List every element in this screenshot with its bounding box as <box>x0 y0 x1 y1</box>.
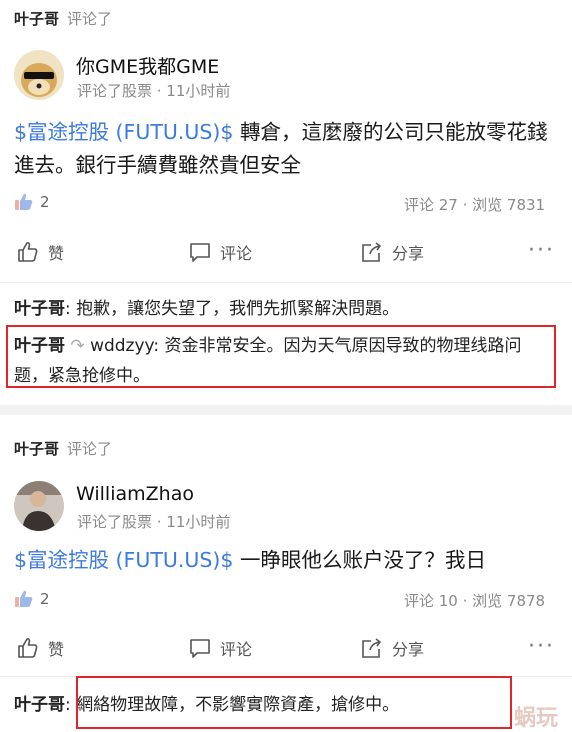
thumbs-up-filled-icon <box>15 193 33 210</box>
post-body: $富途控股 (FUTU.US)$ 轉倉，這麼廢的公司只能放零花錢進去。銀行手續費… <box>14 116 562 182</box>
share-icon <box>362 638 381 658</box>
like-label: 赞 <box>48 640 65 659</box>
doge-avatar-icon <box>14 50 64 100</box>
like-button[interactable]: 赞 <box>16 240 64 264</box>
more-options-icon[interactable]: ··· <box>528 238 555 263</box>
header-user[interactable]: 叶子哥 <box>14 10 59 28</box>
comment-button[interactable]: 评论 <box>188 240 252 264</box>
share-icon <box>362 242 381 262</box>
more-options-icon[interactable]: ··· <box>528 634 555 659</box>
like-button[interactable]: 赞 <box>16 636 64 660</box>
share-button[interactable]: 分享 <box>360 240 424 264</box>
header-action: 评论了 <box>67 10 113 28</box>
comment-button[interactable]: 评论 <box>188 636 252 660</box>
stock-ticker-link[interactable]: $富途控股 (FUTU.US)$ <box>14 120 233 144</box>
post-stats: 评论 10 · 浏览 7878 <box>404 592 546 610</box>
share-button[interactable]: 分享 <box>360 636 424 660</box>
post-header: 叶子哥 评论了 <box>14 8 112 29</box>
post-separator <box>0 405 572 415</box>
reply-item: 叶子哥 ↷ wddzyy: 资金非常安全。因为天气原因导致的物理线路问题，紧急抢… <box>14 331 550 391</box>
comment-bubble-icon <box>190 243 210 262</box>
share-label: 分享 <box>392 640 425 659</box>
reply-text: : 抱歉，讓您失望了，我們先抓緊解決問題。 <box>65 299 400 319</box>
post-body: $富途控股 (FUTU.US)$ 一睁眼他么账户没了？我日 <box>14 544 562 577</box>
reply-to-user[interactable]: wddzyy <box>90 336 153 356</box>
author-name[interactable]: WilliamZhao <box>76 483 194 505</box>
like-label: 赞 <box>48 244 65 263</box>
divider <box>0 282 572 283</box>
comment-bubble-icon <box>190 639 210 658</box>
share-label: 分享 <box>392 244 425 263</box>
reply-user[interactable]: 叶子哥 <box>14 695 65 715</box>
reply-user[interactable]: 叶子哥 <box>14 299 65 319</box>
reply-user[interactable]: 叶子哥 <box>14 336 65 356</box>
person-avatar-icon <box>14 481 64 531</box>
like-count: 2 <box>40 193 50 211</box>
author-meta: 评论了股票 · 11小时前 <box>77 82 231 100</box>
thumbs-up-icon <box>18 241 38 262</box>
stock-ticker-link[interactable]: $富途控股 (FUTU.US)$ <box>14 548 233 572</box>
like-summary: 2 <box>14 193 50 211</box>
watermark: 蜗玩 <box>514 706 559 731</box>
avatar[interactable] <box>14 50 64 100</box>
thumbs-up-filled-icon <box>15 590 33 607</box>
header-user[interactable]: 叶子哥 <box>14 440 59 458</box>
reply-arrow-icon: ↷ <box>70 336 85 356</box>
comment-label: 评论 <box>220 244 253 263</box>
reply-item: 叶子哥: 抱歉，讓您失望了，我們先抓緊解決問題。 <box>14 294 562 324</box>
comment-label: 评论 <box>220 640 253 659</box>
avatar[interactable] <box>14 481 64 531</box>
post-text: 一睁眼他么账户没了？我日 <box>233 548 486 572</box>
author-name[interactable]: 你GME我都GME <box>76 52 219 79</box>
like-summary: 2 <box>14 590 50 608</box>
highlight-box <box>76 676 512 729</box>
thumbs-up-icon <box>18 637 38 658</box>
post-header: 叶子哥 评论了 <box>14 438 112 459</box>
post-stats: 评论 27 · 浏览 7831 <box>404 196 546 214</box>
header-action: 评论了 <box>67 440 113 458</box>
like-count: 2 <box>40 590 50 608</box>
author-meta: 评论了股票 · 11小时前 <box>77 513 231 531</box>
